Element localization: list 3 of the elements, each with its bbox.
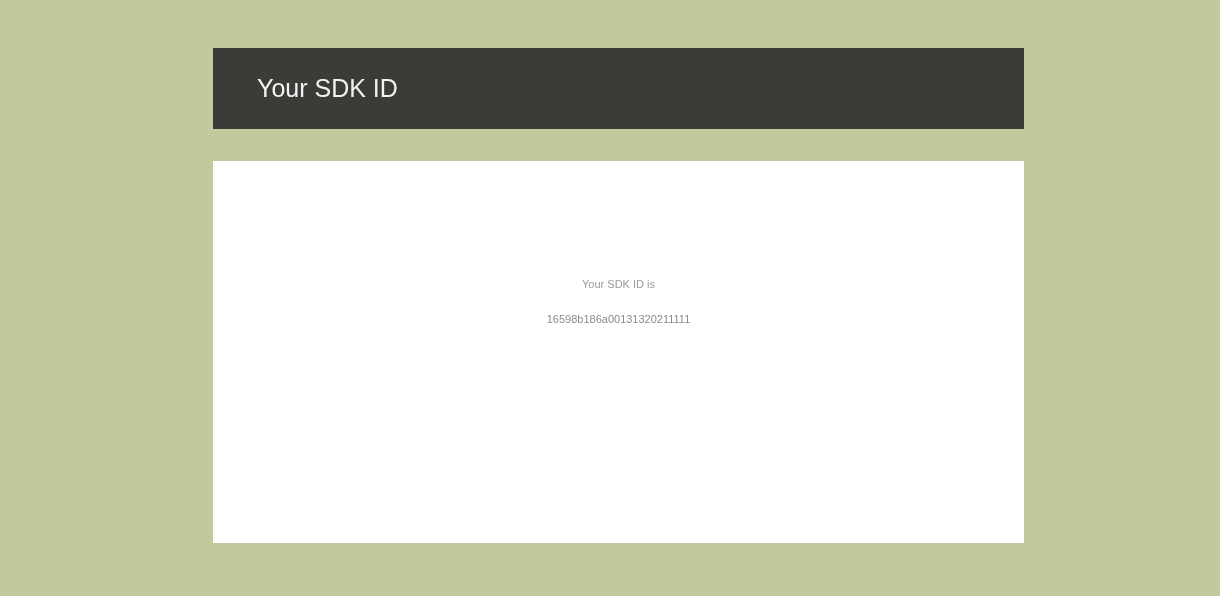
sdk-id-value: 16598b186a00131320211111 [546, 313, 691, 325]
page-title: Your SDK ID [257, 74, 398, 103]
sdk-id-label: Your SDK ID is [582, 278, 655, 290]
